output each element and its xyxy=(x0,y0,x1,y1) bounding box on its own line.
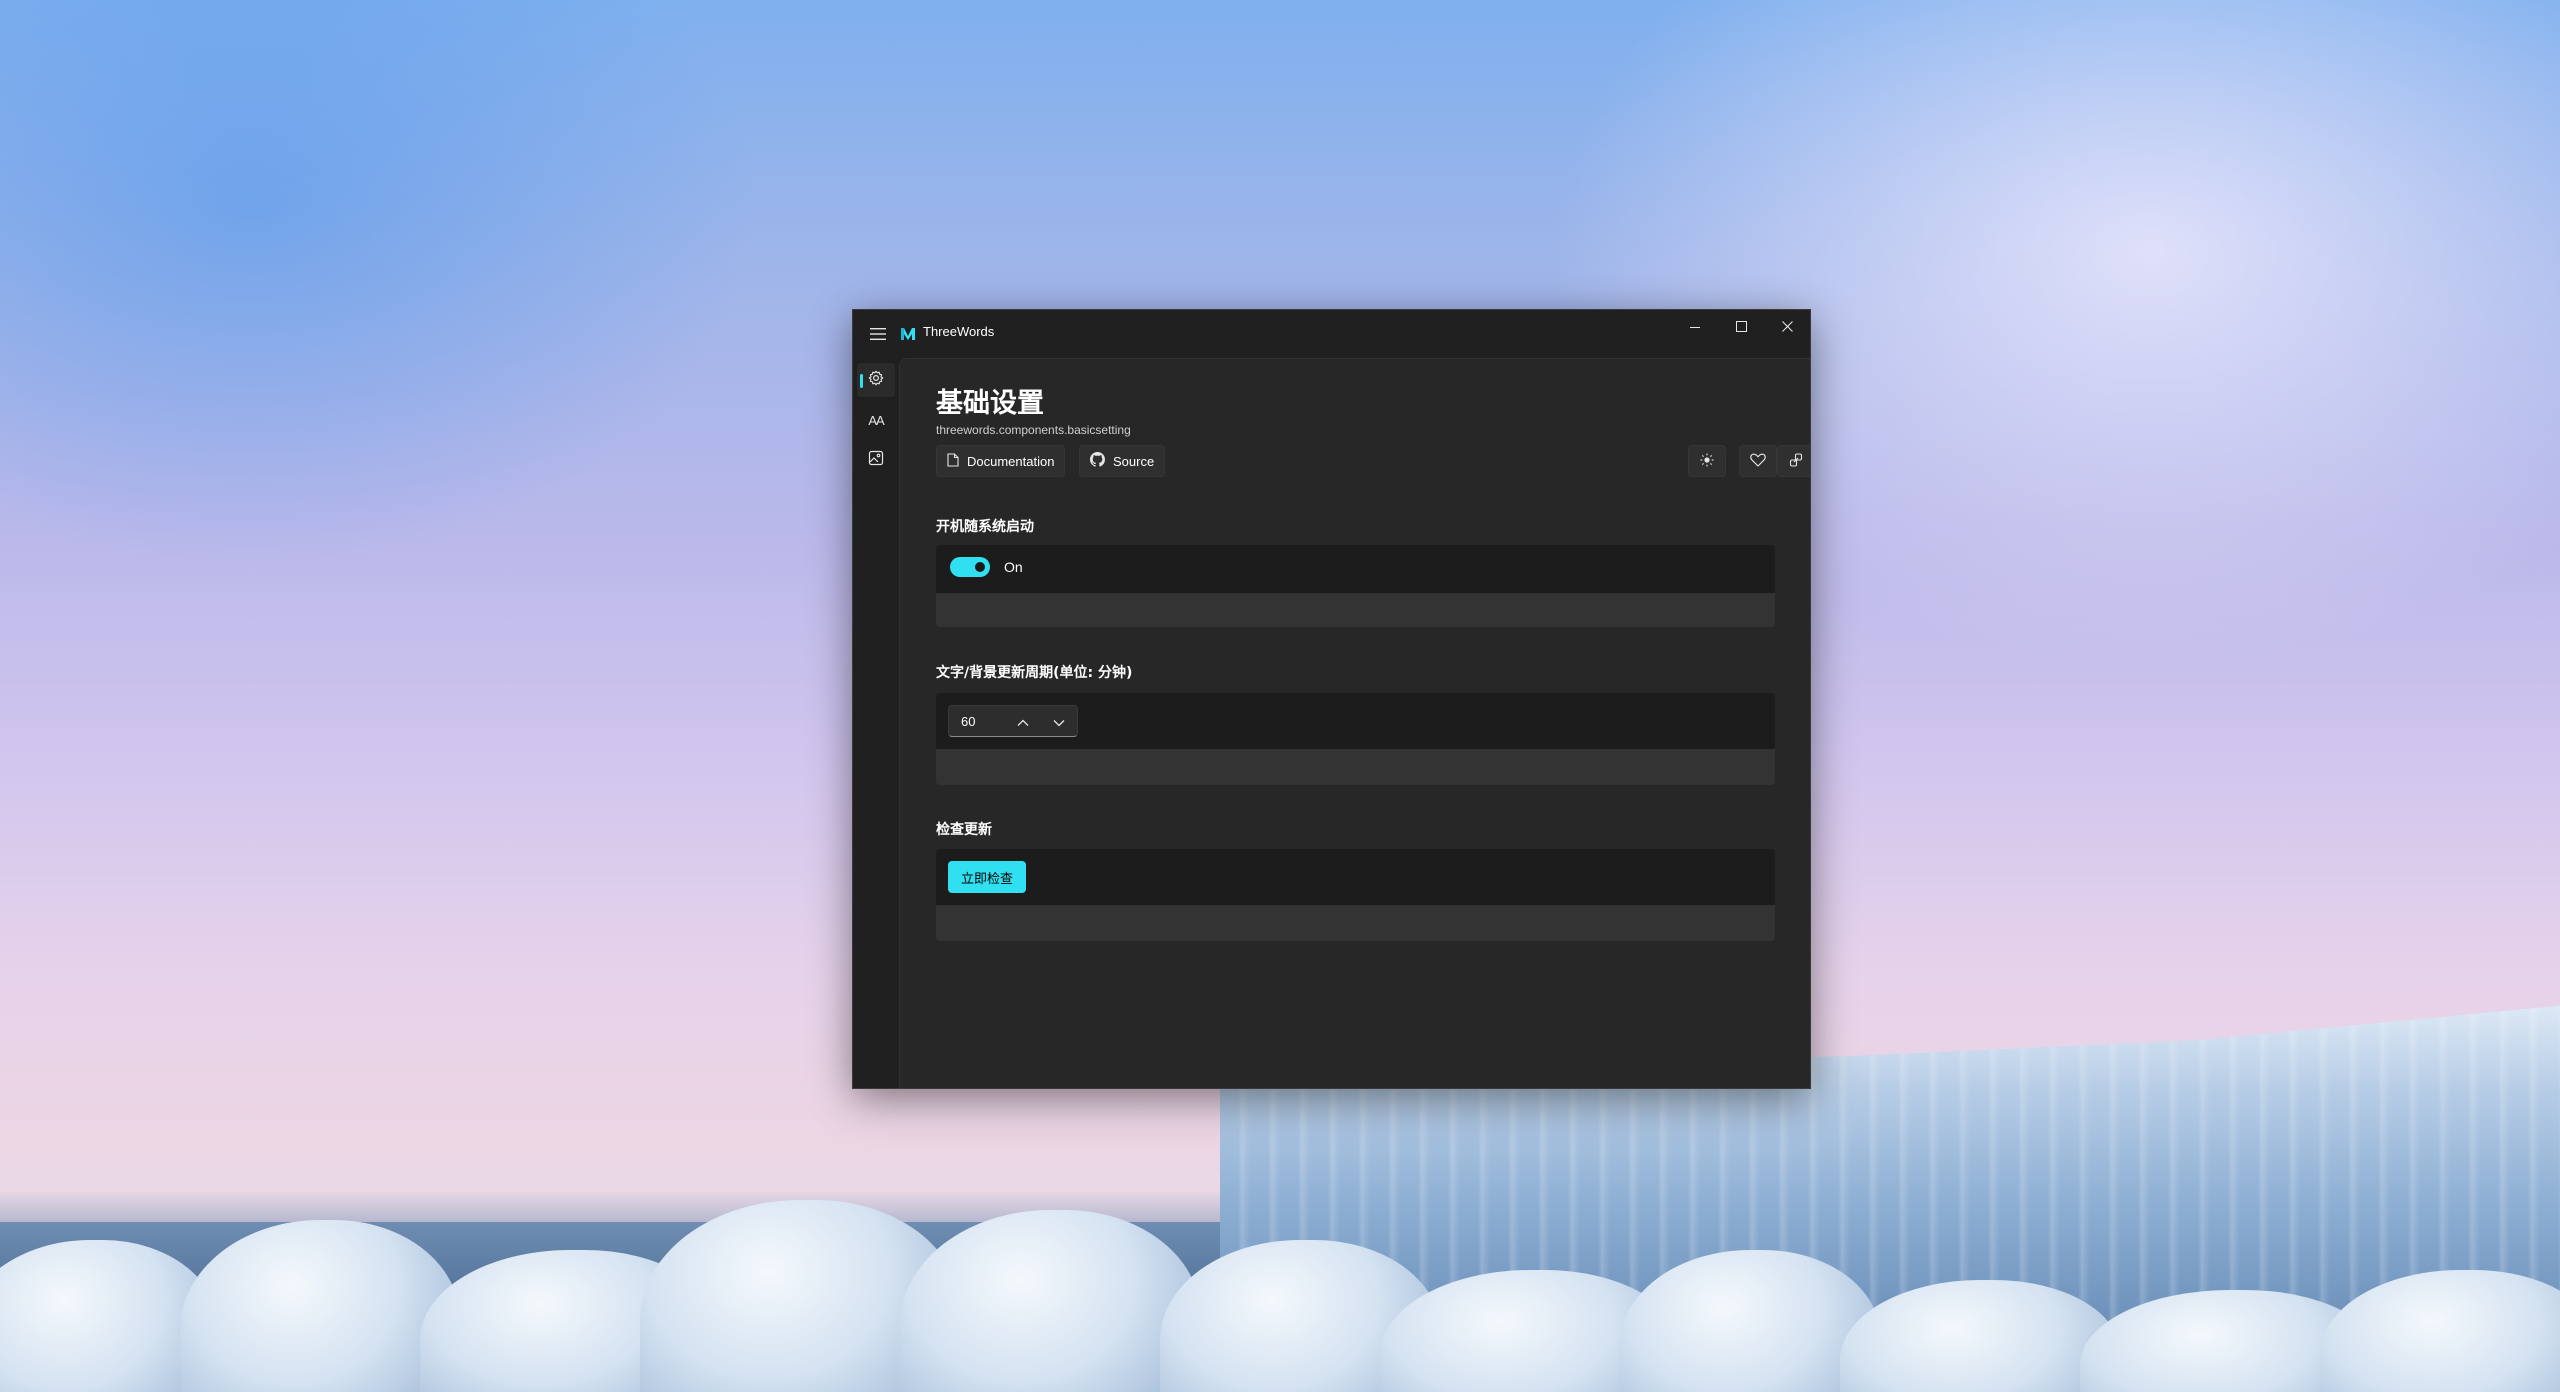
chevron-down-icon xyxy=(1053,712,1065,731)
hamburger-icon[interactable] xyxy=(867,324,889,344)
favorite-button[interactable] xyxy=(1739,445,1777,477)
link-button[interactable] xyxy=(1777,445,1810,477)
card-footer xyxy=(936,749,1775,785)
toggle-state-label: On xyxy=(1004,559,1023,575)
theme-toggle-button[interactable] xyxy=(1688,445,1726,477)
autostart-toggle[interactable] xyxy=(950,557,990,577)
documentation-label: Documentation xyxy=(967,453,1055,469)
app-window: ThreeWords AA 基础设置 threewords.components… xyxy=(852,309,1811,1089)
link-icon xyxy=(1789,452,1803,471)
brightness-icon xyxy=(1700,452,1714,471)
github-icon xyxy=(1090,452,1105,470)
spin-up-button[interactable] xyxy=(1011,710,1035,732)
spin-down-button[interactable] xyxy=(1047,710,1071,732)
nav-item-image[interactable] xyxy=(857,443,895,477)
maximize-icon xyxy=(1735,317,1747,336)
document-icon xyxy=(947,452,959,470)
title-bar[interactable]: ThreeWords xyxy=(853,310,1810,358)
close-button[interactable] xyxy=(1764,310,1810,342)
update-card: 立即检查 xyxy=(936,849,1775,941)
nav-selection-indicator xyxy=(860,374,863,388)
documentation-button[interactable]: Documentation xyxy=(936,445,1066,477)
maximize-button[interactable] xyxy=(1718,310,1764,342)
check-update-button[interactable]: 立即检查 xyxy=(948,861,1027,893)
section-title-update: 检查更新 xyxy=(936,822,992,838)
gear-icon xyxy=(868,370,884,390)
source-button[interactable]: Source xyxy=(1079,445,1166,477)
page-title: 基础设置 xyxy=(936,388,1044,419)
page-subtitle: threewords.components.basicsetting xyxy=(936,423,1131,437)
heart-icon xyxy=(1750,452,1766,471)
nav-item-font[interactable]: AA xyxy=(857,403,895,437)
section-title-interval: 文字/背景更新周期(单位: 分钟) xyxy=(936,665,1133,681)
chevron-up-icon xyxy=(1017,712,1029,731)
toggle-knob xyxy=(975,562,985,572)
card-footer xyxy=(936,905,1775,941)
interval-value[interactable]: 60 xyxy=(961,714,975,729)
font-size-icon: AA xyxy=(868,412,884,428)
app-title: ThreeWords xyxy=(923,324,995,339)
image-icon xyxy=(868,450,884,470)
section-title-autostart: 开机随系统启动 xyxy=(936,519,1034,535)
interval-number-box[interactable]: 60 xyxy=(948,705,1078,737)
nav-item-settings[interactable] xyxy=(857,363,895,397)
minimize-button[interactable] xyxy=(1672,310,1718,342)
content-area: 基础设置 threewords.components.basicsetting … xyxy=(899,358,1810,1088)
minimize-icon xyxy=(1690,317,1700,336)
card-footer xyxy=(936,593,1775,627)
navigation-rail: AA xyxy=(853,358,899,1088)
interval-card: 60 xyxy=(936,693,1775,785)
autostart-card: On xyxy=(936,545,1775,627)
source-label: Source xyxy=(1113,453,1155,469)
threewords-logo-icon xyxy=(899,325,917,343)
window-controls xyxy=(1672,310,1810,342)
close-icon xyxy=(1781,317,1793,336)
